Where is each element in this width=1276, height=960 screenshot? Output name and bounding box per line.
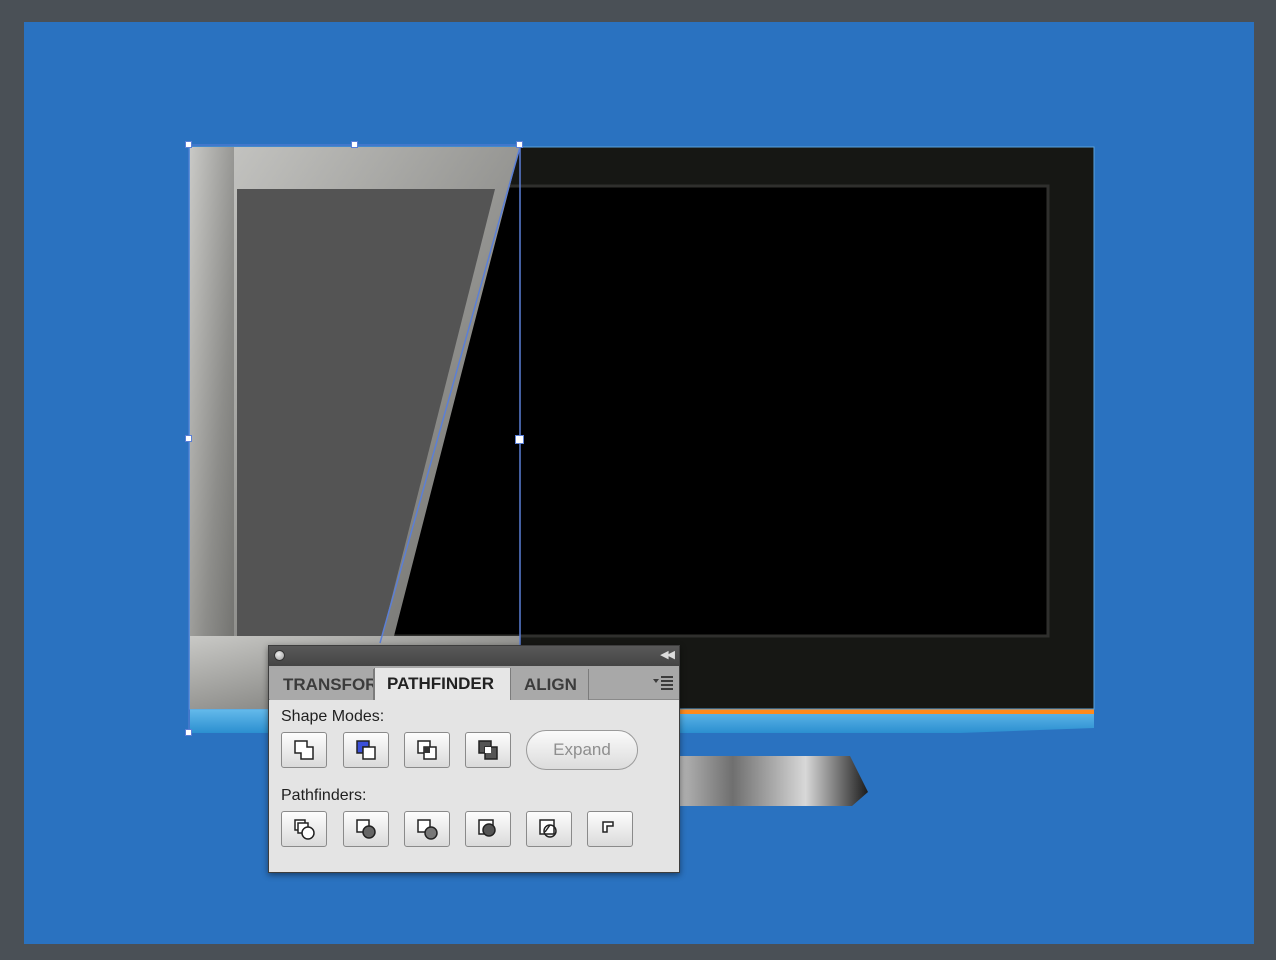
panel-title-bar[interactable]: ◀◀ bbox=[269, 646, 679, 666]
close-icon[interactable] bbox=[274, 650, 285, 661]
exclude-icon bbox=[478, 740, 498, 760]
minus-front-icon bbox=[356, 740, 376, 760]
crop-icon bbox=[478, 819, 496, 837]
selection-handle[interactable] bbox=[185, 141, 192, 148]
divide-button[interactable] bbox=[281, 811, 327, 847]
expand-button[interactable]: Expand bbox=[526, 730, 638, 770]
unite-icon bbox=[294, 740, 314, 760]
outline-button[interactable] bbox=[526, 811, 572, 847]
unite-button[interactable] bbox=[281, 732, 327, 768]
panel-tab-bar: TRANSFOR ALIGN PATHFINDER bbox=[269, 666, 679, 700]
intersect-icon bbox=[417, 740, 437, 760]
selection-handle[interactable] bbox=[351, 141, 358, 148]
panel-body: Shape Modes: Expand Pathfinders: bbox=[269, 700, 679, 872]
tab-transform[interactable]: TRANSFOR bbox=[270, 669, 374, 700]
pathfinder-panel: ◀◀ TRANSFOR ALIGN PATHFINDER Shape Modes… bbox=[268, 645, 680, 873]
pathfinders-label: Pathfinders: bbox=[281, 787, 367, 804]
minus-back-button[interactable] bbox=[587, 811, 633, 847]
merge-button[interactable] bbox=[404, 811, 450, 847]
crop-button[interactable] bbox=[465, 811, 511, 847]
intersect-button[interactable] bbox=[404, 732, 450, 768]
selection-handle[interactable] bbox=[185, 729, 192, 736]
selection-handle[interactable] bbox=[516, 141, 523, 148]
tab-pathfinder[interactable]: PATHFINDER bbox=[374, 668, 511, 700]
merge-icon bbox=[417, 819, 438, 840]
shape-modes-label: Shape Modes: bbox=[281, 708, 385, 725]
outline-icon bbox=[539, 819, 557, 838]
tv-stand bbox=[660, 756, 868, 806]
exclude-button[interactable] bbox=[465, 732, 511, 768]
double-chevron-left-icon[interactable]: ◀◀ bbox=[660, 648, 675, 661]
trim-icon bbox=[356, 819, 376, 839]
minus-front-button[interactable] bbox=[343, 732, 389, 768]
minus-back-icon bbox=[602, 821, 614, 833]
trim-button[interactable] bbox=[343, 811, 389, 847]
tab-align[interactable]: ALIGN bbox=[511, 669, 589, 700]
selection-handle[interactable] bbox=[185, 435, 192, 442]
selection-handle[interactable] bbox=[515, 435, 524, 444]
divide-icon bbox=[294, 819, 315, 840]
panel-menu-icon[interactable] bbox=[653, 674, 673, 690]
